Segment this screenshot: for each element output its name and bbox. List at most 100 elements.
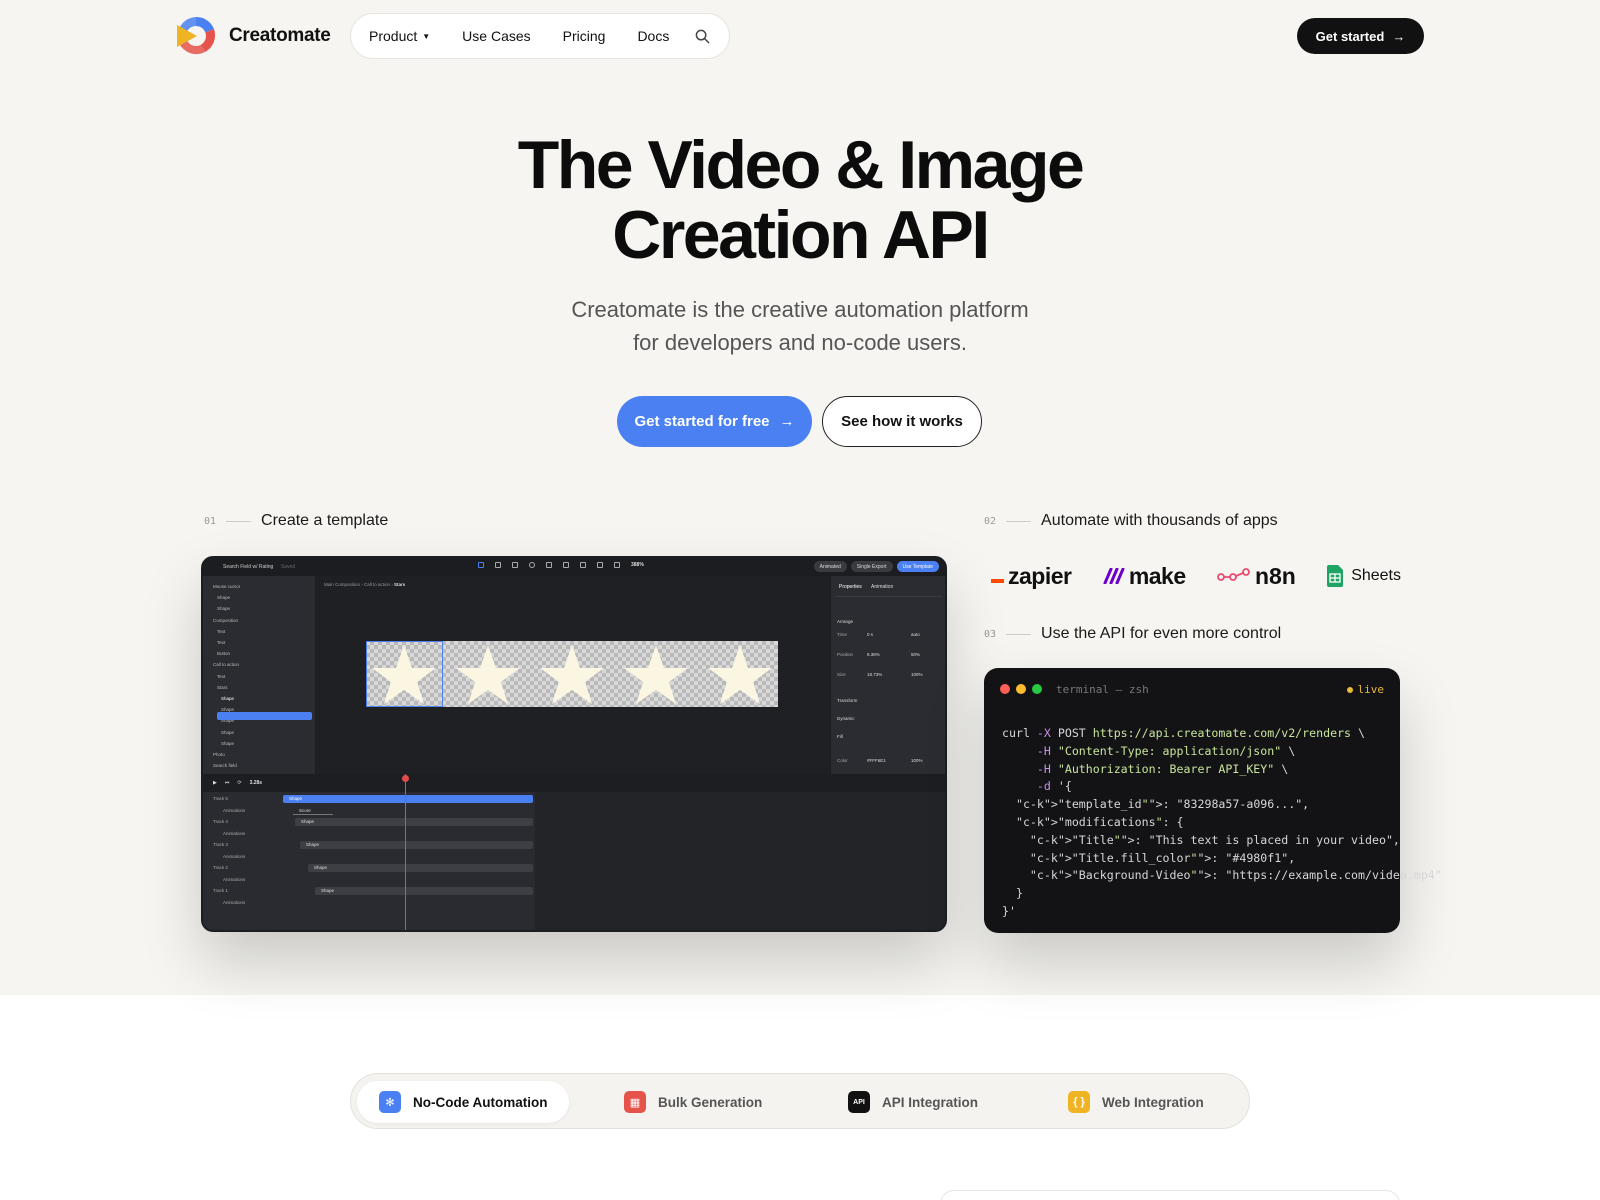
track-name: Track 5 [213, 796, 228, 801]
step-label: Automate with thousands of apps [1041, 512, 1278, 529]
hero-subtitle-line: for developers and no-code users. [633, 330, 967, 355]
breadcrumb-item: Stars [394, 582, 406, 587]
timeline-controls: ▶ ⏮ ⟳ 3.28s [213, 780, 262, 786]
chip-label: Use Template [902, 563, 933, 570]
use-template-chip: Use Template [896, 561, 939, 572]
top-nav: Creatomate Product ▼ Use Cases Pricing D… [0, 0, 1600, 72]
loop-icon: ⟳ [237, 780, 242, 786]
panel-divider [835, 596, 942, 597]
code-line: -H "Authorization: Bearer API_KEY" \ [1036, 761, 1289, 776]
panel-section: Dynamic [837, 716, 855, 721]
live-label: live [1357, 683, 1385, 696]
timecode: 3.28s [249, 780, 263, 786]
get-started-button[interactable]: Get started → [1297, 18, 1424, 54]
app-name: make [1128, 562, 1186, 589]
step-divider [226, 520, 252, 522]
nav-item-label: Product [369, 28, 418, 44]
tab-label: API Integration [882, 1094, 979, 1110]
layer-item: Button [217, 651, 231, 657]
text-tool-icon [546, 562, 552, 568]
layer-item: Mouse cursor [213, 584, 241, 589]
search-button[interactable] [695, 29, 710, 44]
fit-icon [614, 562, 620, 568]
animated-toggle: Animated [813, 561, 847, 572]
clip-label: Shape [306, 842, 320, 847]
nav-item-docs[interactable]: Docs [637, 28, 669, 44]
code-line: "c-k">"modifications": { [1015, 814, 1184, 829]
get-started-free-button[interactable]: Get started for free → [617, 396, 812, 447]
property-label: Color [837, 758, 848, 763]
hero-title: The Video & Image Creation API [0, 130, 1600, 270]
property-a: 18.73% [867, 672, 883, 677]
creatomate-logo-icon [177, 16, 216, 55]
hero-title-line: Creation API [612, 197, 990, 273]
ellipse-tool-icon [529, 562, 535, 568]
track-name: Animations [223, 853, 246, 859]
code-line: "c-k">"template_id"">: "83298a57-a096...… [1015, 797, 1310, 812]
track-name: Animations [223, 807, 246, 813]
layer-item: Shape [221, 729, 235, 735]
tab-no-code-automation[interactable]: ✻ No-Code Automation [357, 1081, 570, 1123]
editor-timeline: ▶ ⏮ ⟳ 3.28s Track 5 Shape Animations Score T… [203, 774, 945, 930]
sheets-icon [1327, 565, 1344, 587]
property-b: 50% [911, 652, 921, 657]
content-card-edge [940, 1190, 1400, 1200]
zapier-icon [991, 579, 1004, 583]
nav-item-product[interactable]: Product ▼ [369, 28, 430, 44]
arrow-right-icon: → [1392, 28, 1406, 44]
redo-icon [597, 562, 603, 568]
code-line: -H "Content-Type: application/json" \ [1036, 743, 1296, 758]
property-a: #FFF6E1 [867, 758, 886, 763]
code-line: }' [1002, 903, 1016, 918]
step-divider [1006, 633, 1032, 635]
editor-properties-panel: Properties Animation Arrange Time 0 s auto… [830, 576, 945, 774]
nav-item-pricing[interactable]: Pricing [563, 28, 606, 44]
clip-label: Score [299, 807, 311, 813]
play-icon: ▶ [213, 780, 217, 786]
editor-breadcrumb: Main Composition › Call to action › Star… [324, 582, 406, 587]
live-status: live [1346, 683, 1385, 696]
track-name: Track 2 [213, 865, 228, 870]
code-line: } [1002, 886, 1023, 901]
layer-item: Shape [221, 696, 235, 701]
property-label: Size [837, 672, 846, 677]
integration-logos: zapier make n8n Sheets [991, 560, 1401, 592]
editor-layers-panel: Mouse cursor Shape Shape Composition Text Tex… [203, 576, 316, 774]
clip-label: Shape [321, 888, 335, 893]
track-name: Animations [223, 876, 246, 882]
api-icon: API [848, 1091, 870, 1113]
see-how-it-works-button[interactable]: See how it works [822, 396, 982, 447]
step-create-template: 01 Create a template [204, 512, 388, 530]
tab-web-integration[interactable]: { } Web Integration [1046, 1081, 1226, 1123]
terminal-title: terminal — zsh [1056, 683, 1149, 696]
hero-subtitle: Creatomate is the creative automation pl… [0, 293, 1600, 359]
track-name: Track 3 [213, 842, 228, 847]
undo-icon [580, 562, 586, 568]
timeline-header: ▶ ⏮ ⟳ 3.28s [203, 774, 945, 792]
nav-item-label: Use Cases [462, 28, 531, 44]
track-clip: Shape [308, 864, 533, 872]
layer-selection-highlight [217, 712, 312, 720]
step-label: Create a template [261, 512, 389, 529]
code-line: "c-k">"Background-Video"">: "https://exa… [1029, 868, 1442, 883]
star-icon [456, 645, 520, 704]
button-label: Get started [1315, 28, 1385, 44]
editor-canvas: Main Composition › Call to action › Star… [316, 576, 834, 774]
brand-logo[interactable]: Creatomate [175, 15, 331, 57]
property-a: 0 s [867, 632, 874, 637]
tab-bulk-generation[interactable]: ▦ Bulk Generation [602, 1081, 784, 1123]
nav-item-use-cases[interactable]: Use Cases [462, 28, 530, 44]
tab-label: Web Integration [1102, 1094, 1204, 1110]
table-icon: ▦ [624, 1091, 646, 1113]
skip-back-icon: ⏮ [224, 780, 230, 786]
tab-api-integration[interactable]: API API Integration [826, 1081, 1000, 1123]
nav-item-label: Docs [637, 28, 670, 44]
zoom-level: 388% [631, 562, 644, 568]
editor-doc-title: Search Field w/ Rating [223, 564, 274, 570]
live-dot-icon [1346, 686, 1353, 693]
chip-label: Animated [819, 563, 841, 570]
arrow-right-icon: → [779, 413, 795, 430]
api-terminal: terminal — zsh live curl -X POST https:/… [984, 668, 1442, 933]
app-sheets: Sheets [1327, 565, 1401, 587]
timeline-tracks: Track 5 Shape Animations Score Track 4 Shape A… [203, 792, 535, 930]
